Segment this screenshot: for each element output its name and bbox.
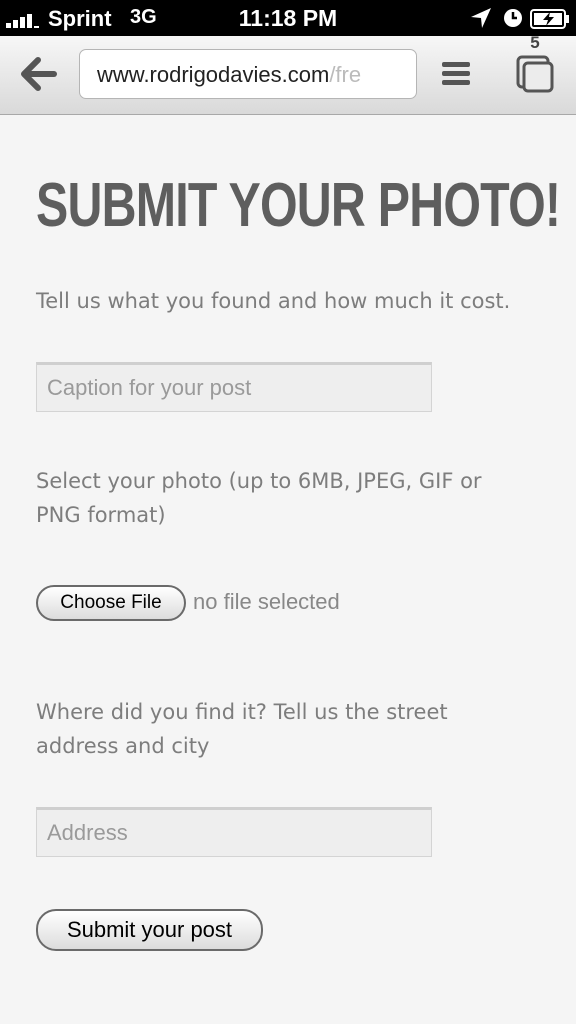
- tab-count: 5: [530, 33, 540, 52]
- url-domain: www.rodrigodavies.com: [97, 62, 330, 87]
- photo-prompt: Select your photo (up to 6MB, JPEG, GIF …: [36, 469, 482, 527]
- tabs-icon[interactable]: [515, 54, 555, 94]
- browser-toolbar: www.rodrigodavies.com/fre 5: [0, 33, 576, 115]
- choose-file-button[interactable]: Choose File: [36, 585, 186, 621]
- address-prompt: Where did you find it? Tell us the stree…: [36, 700, 448, 758]
- address-input[interactable]: [36, 807, 432, 857]
- url-bar[interactable]: www.rodrigodavies.com/fre: [79, 49, 417, 99]
- submit-post-button[interactable]: Submit your post: [36, 909, 263, 951]
- alarm-clock-icon: [504, 9, 522, 27]
- status-bar: Sprint 3G 11:18 PM: [0, 0, 576, 36]
- caption-input[interactable]: [36, 362, 432, 412]
- url-path: /fre: [329, 62, 362, 87]
- location-arrow-icon: [471, 8, 491, 28]
- menu-icon[interactable]: [442, 62, 470, 86]
- page-title: SUBMIT YOUR PHOTO!: [36, 171, 561, 240]
- back-arrow-icon[interactable]: [18, 56, 58, 92]
- battery-charging-icon: [530, 9, 569, 29]
- file-status: no file selected: [193, 589, 340, 614]
- url-text: www.rodrigodavies.com/fre: [97, 62, 361, 88]
- caption-prompt: Tell us what you found and how much it c…: [36, 289, 511, 313]
